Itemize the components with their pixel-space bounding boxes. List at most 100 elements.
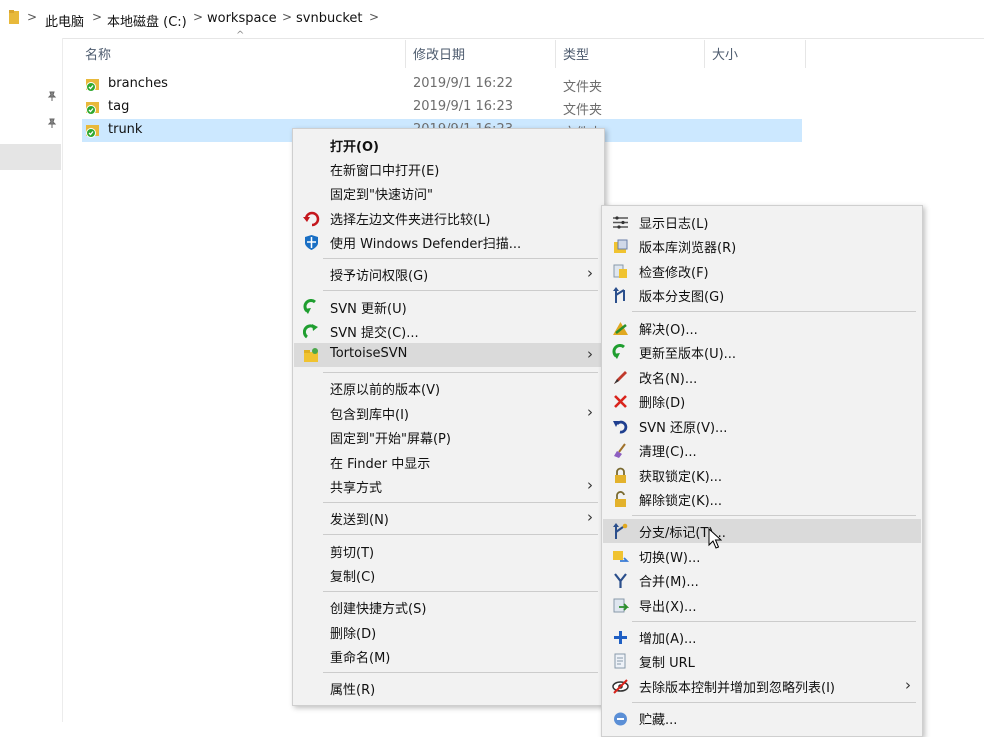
menu-item-label: 在新窗口中打开(E) (330, 164, 440, 179)
svn-menu-item-cleanup[interactable]: 清理(C)... (603, 438, 921, 462)
nav-selected-item[interactable] (0, 144, 61, 170)
chevron-right-icon[interactable]: > (27, 10, 37, 24)
svn-menu-item-branch-tag[interactable]: 分支/标记(T)... (603, 519, 921, 543)
mouse-cursor-icon (708, 528, 722, 549)
menu-item-open-new-window[interactable]: 在新窗口中打开(E) (294, 157, 603, 181)
address-bar[interactable]: > 此电脑 > 本地磁盘 (C:) > workspace > svnbucke… (0, 0, 984, 39)
menu-item-cut[interactable]: 剪切(T) (294, 539, 603, 563)
navigation-pane: ce (0, 38, 63, 722)
menu-divider (323, 591, 598, 592)
menu-item-label: 去除版本控制并增加到忽略列表(I) (639, 681, 835, 696)
check-modifications-icon (613, 264, 627, 278)
menu-item-label: 共享方式 (330, 481, 383, 496)
pin-icon[interactable] (47, 91, 57, 101)
column-divider[interactable] (704, 40, 705, 68)
log-icon (613, 216, 628, 229)
menu-item-label: 还原以前的版本(V) (330, 383, 441, 398)
svn-menu-item-switch[interactable]: 切换(W)... (603, 544, 921, 568)
menu-item-label: SVN 提交(C)... (330, 326, 419, 341)
svn-menu-item-add[interactable]: 增加(A)... (603, 625, 921, 649)
breadcrumb-local-disk[interactable]: 本地磁盘 (C:) (107, 11, 187, 30)
column-divider[interactable] (805, 40, 806, 68)
menu-item-include-in-library[interactable]: 包含到库中(I) › (294, 401, 603, 425)
menu-item-share-with[interactable]: 共享方式 › (294, 474, 603, 498)
menu-item-label: 创建快捷方式(S) (330, 602, 427, 617)
menu-item-create-shortcut[interactable]: 创建快捷方式(S) (294, 595, 603, 619)
svn-menu-item-revert[interactable]: SVN 还原(V)... (603, 414, 921, 438)
menu-item-send-to[interactable]: 发送到(N) › (294, 506, 603, 530)
shelve-icon (614, 712, 627, 726)
chevron-right-icon[interactable]: > (92, 10, 102, 24)
ignore-icon (612, 679, 629, 694)
menu-item-rename[interactable]: 重命名(M) (294, 644, 603, 668)
svn-menu-item-release-lock[interactable]: 解除锁定(K)... (603, 487, 921, 511)
menu-item-label: 授予访问权限(G) (330, 269, 429, 284)
menu-item-show-in-finder[interactable]: 在 Finder 中显示 (294, 450, 603, 474)
menu-item-properties[interactable]: 属性(R) (294, 676, 603, 700)
menu-item-label: 解除锁定(K)... (639, 494, 723, 509)
menu-item-label: 打开(O) (330, 140, 379, 155)
menu-item-label: 固定到"开始"屏幕(P) (330, 432, 451, 447)
menu-item-tortoisesvn[interactable]: TortoiseSVN › (294, 343, 603, 367)
menu-item-label: 合并(M)... (639, 575, 699, 590)
menu-item-defender-scan[interactable]: 使用 Windows Defender扫描... (294, 230, 603, 254)
menu-divider (323, 502, 598, 503)
svn-menu-item-merge[interactable]: 合并(M)... (603, 568, 921, 592)
tortoisesvn-icon (304, 348, 318, 362)
column-divider[interactable] (555, 40, 556, 68)
menu-item-svn-commit[interactable]: SVN 提交(C)... (294, 319, 603, 343)
file-name: tag (108, 99, 130, 114)
svn-menu-item-export[interactable]: 导出(X)... (603, 593, 921, 617)
column-header-size[interactable]: 大小 (712, 44, 738, 63)
folder-icon (9, 10, 19, 24)
menu-item-label: 更新至版本(U)... (639, 347, 737, 362)
menu-item-label: 删除(D) (330, 627, 377, 642)
menu-item-open[interactable]: 打开(O) (294, 133, 603, 157)
svn-menu-item-delete[interactable]: 删除(D) (603, 389, 921, 413)
menu-item-label: 在 Finder 中显示 (330, 457, 431, 472)
pin-icon[interactable] (47, 118, 57, 128)
menu-item-svn-update[interactable]: SVN 更新(U) (294, 295, 603, 319)
breadcrumb-this-pc[interactable]: 此电脑 (45, 11, 84, 30)
svn-menu-item-show-log[interactable]: 显示日志(L) (603, 210, 921, 234)
column-header-modified[interactable]: 修改日期 (413, 44, 465, 63)
unlock-icon (615, 491, 626, 507)
svn-menu-item-resolve[interactable]: 解决(O)... (603, 316, 921, 340)
svn-commit-icon (303, 324, 318, 339)
svn-menu-item-copy-url[interactable]: 复制 URL (603, 649, 921, 673)
menu-item-restore-versions[interactable]: 还原以前的版本(V) (294, 376, 603, 400)
menu-divider (323, 672, 598, 673)
svn-update-icon (303, 299, 316, 314)
menu-item-delete[interactable]: 删除(D) (294, 620, 603, 644)
menu-item-label: 检查修改(F) (639, 266, 709, 281)
menu-item-grant-access[interactable]: 授予访问权限(G) › (294, 262, 603, 286)
svn-menu-item-unversion-ignore[interactable]: 去除版本控制并增加到忽略列表(I) › (603, 674, 921, 698)
file-type: 文件夹 (563, 80, 603, 95)
menu-item-copy[interactable]: 复制(C) (294, 563, 603, 587)
menu-divider (632, 311, 916, 312)
breadcrumb-svnbucket[interactable]: svnbucket (296, 11, 363, 26)
menu-item-label: 固定到"快速访问" (330, 188, 433, 203)
menu-item-label: 版本库浏览器(R) (639, 241, 737, 256)
file-row-tag[interactable]: tag 2019/9/1 16:23 文件夹 (82, 96, 802, 119)
svn-menu-item-check-modifications[interactable]: 检查修改(F) (603, 259, 921, 283)
menu-item-label: 显示日志(L) (639, 217, 709, 232)
export-icon (613, 598, 629, 613)
menu-item-pin-start[interactable]: 固定到"开始"屏幕(P) (294, 425, 603, 449)
svn-menu-item-update-to-revision[interactable]: 更新至版本(U)... (603, 340, 921, 364)
column-divider[interactable] (405, 40, 406, 68)
menu-item-pin-quick-access[interactable]: 固定到"快速访问" (294, 181, 603, 205)
chevron-right-icon[interactable]: > (282, 10, 292, 24)
svn-menu-item-rename[interactable]: 改名(N)... (603, 365, 921, 389)
chevron-right-icon[interactable]: > (369, 10, 379, 24)
svn-menu-item-get-lock[interactable]: 获取锁定(K)... (603, 463, 921, 487)
breadcrumb-workspace[interactable]: workspace (207, 11, 277, 26)
chevron-right-icon[interactable]: > (193, 10, 203, 24)
column-header-type[interactable]: 类型 (563, 44, 589, 63)
svn-menu-item-shelve[interactable]: 贮藏... (603, 706, 921, 730)
svn-menu-item-repo-browser[interactable]: 版本库浏览器(R) (603, 234, 921, 258)
file-row-branches[interactable]: branches 2019/9/1 16:22 文件夹 (82, 73, 802, 96)
menu-item-compare[interactable]: 选择左边文件夹进行比较(L) (294, 206, 603, 230)
column-header-name[interactable]: 名称 (85, 44, 111, 63)
svn-menu-item-revision-graph[interactable]: 版本分支图(G) (603, 283, 921, 307)
